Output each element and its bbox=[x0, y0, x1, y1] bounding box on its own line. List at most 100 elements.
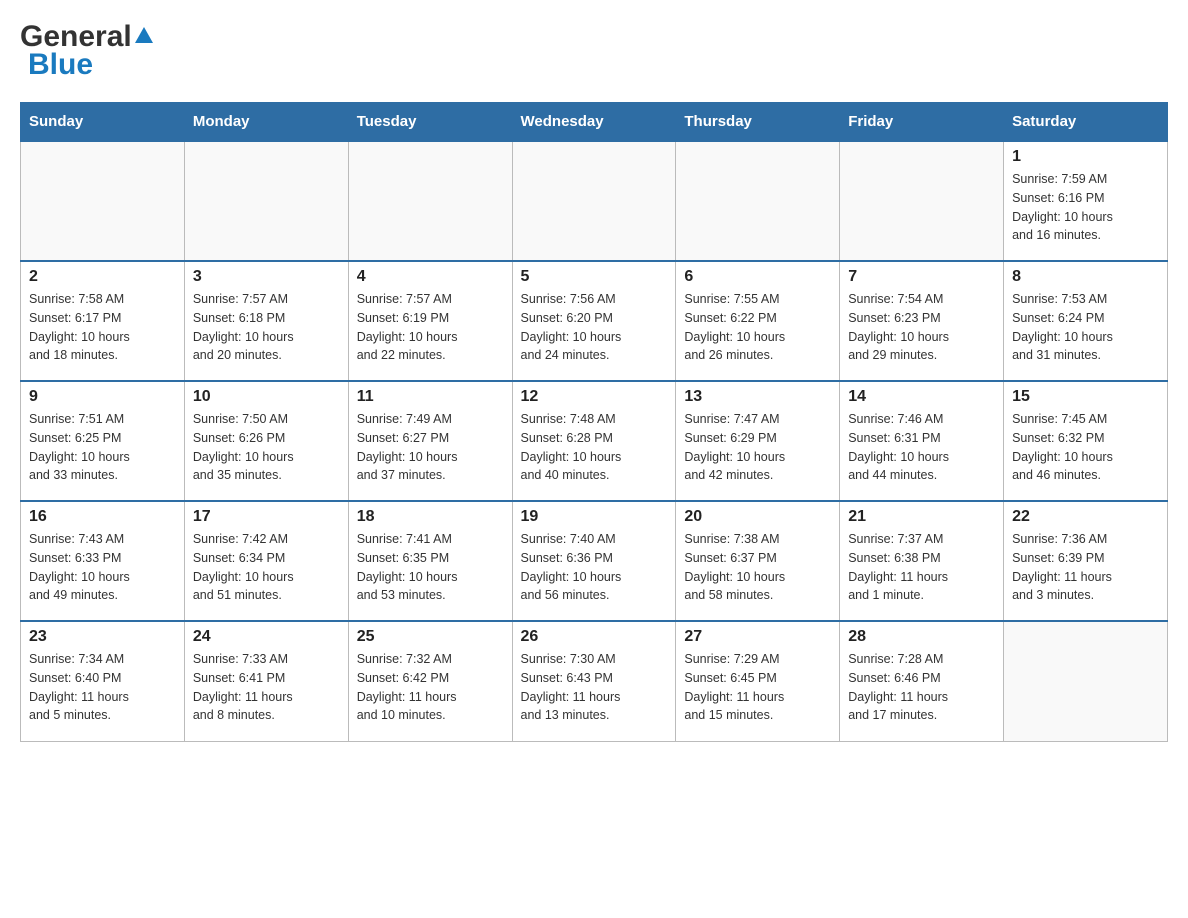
day-number: 13 bbox=[684, 388, 831, 406]
calendar-cell: 22 Sunrise: 7:36 AMSunset: 6:39 PMDayligh… bbox=[1004, 501, 1168, 621]
day-number: 6 bbox=[684, 268, 831, 286]
day-number: 1 bbox=[1012, 148, 1159, 166]
calendar-cell: 9Sunrise: 7:51 AMSunset: 6:25 PMDaylight… bbox=[21, 381, 185, 501]
day-info: Sunrise: 7:59 AMSunset: 6:16 PMDaylight:… bbox=[1012, 170, 1159, 245]
day-info: Sunrise: 7:54 AMSunset: 6:23 PMDaylight:… bbox=[848, 290, 995, 365]
calendar-cell: 7 Sunrise: 7:54 AMSunset: 6:23 PMDaylight… bbox=[840, 261, 1004, 381]
calendar-cell: 20 Sunrise: 7:38 AMSunset: 6:37 PMDayligh… bbox=[676, 501, 840, 621]
logo-triangle-icon bbox=[135, 27, 153, 43]
day-info: Sunrise: 7:30 AMSunset: 6:43 PMDaylight:… bbox=[521, 650, 668, 725]
day-number: 2 bbox=[29, 268, 176, 286]
calendar-cell: 15 Sunrise: 7:45 AMSunset: 6:32 PMDayligh… bbox=[1004, 381, 1168, 501]
weekday-header-row: SundayMondayTuesdayWednesdayThursdayFrid… bbox=[21, 103, 1168, 142]
calendar-cell: 16 Sunrise: 7:43 AMSunset: 6:33 PMDayligh… bbox=[21, 501, 185, 621]
day-number: 10 bbox=[193, 388, 340, 406]
day-info: Sunrise: 7:38 AMSunset: 6:37 PMDaylight:… bbox=[684, 530, 831, 605]
day-number: 12 bbox=[521, 388, 668, 406]
calendar-cell bbox=[21, 141, 185, 261]
week-row-4: 16 Sunrise: 7:43 AMSunset: 6:33 PMDayligh… bbox=[21, 501, 1168, 621]
day-info: Sunrise: 7:57 AMSunset: 6:19 PMDaylight:… bbox=[357, 290, 504, 365]
day-number: 24 bbox=[193, 628, 340, 646]
day-number: 8 bbox=[1012, 268, 1159, 286]
calendar-cell: 27 Sunrise: 7:29 AMSunset: 6:45 PMDayligh… bbox=[676, 621, 840, 741]
calendar-cell: 25 Sunrise: 7:32 AMSunset: 6:42 PMDayligh… bbox=[348, 621, 512, 741]
day-number: 28 bbox=[848, 628, 995, 646]
day-number: 20 bbox=[684, 508, 831, 526]
calendar-cell: 5 Sunrise: 7:56 AMSunset: 6:20 PMDaylight… bbox=[512, 261, 676, 381]
weekday-header-friday: Friday bbox=[840, 103, 1004, 142]
day-number: 7 bbox=[848, 268, 995, 286]
logo: General Blue bbox=[20, 20, 153, 82]
day-info: Sunrise: 7:46 AMSunset: 6:31 PMDaylight:… bbox=[848, 410, 995, 485]
calendar-cell: 1 Sunrise: 7:59 AMSunset: 6:16 PMDaylight… bbox=[1004, 141, 1168, 261]
day-info: Sunrise: 7:33 AMSunset: 6:41 PMDaylight:… bbox=[193, 650, 340, 725]
day-info: Sunrise: 7:36 AMSunset: 6:39 PMDaylight:… bbox=[1012, 530, 1159, 605]
day-number: 17 bbox=[193, 508, 340, 526]
day-info: Sunrise: 7:28 AMSunset: 6:46 PMDaylight:… bbox=[848, 650, 995, 725]
calendar-cell: 2 Sunrise: 7:58 AMSunset: 6:17 PMDaylight… bbox=[21, 261, 185, 381]
day-info: Sunrise: 7:42 AMSunset: 6:34 PMDaylight:… bbox=[193, 530, 340, 605]
calendar-cell bbox=[184, 141, 348, 261]
day-info: Sunrise: 7:45 AMSunset: 6:32 PMDaylight:… bbox=[1012, 410, 1159, 485]
day-info: Sunrise: 7:43 AMSunset: 6:33 PMDaylight:… bbox=[29, 530, 176, 605]
day-number: 11 bbox=[357, 388, 504, 406]
calendar-cell: 19 Sunrise: 7:40 AMSunset: 6:36 PMDayligh… bbox=[512, 501, 676, 621]
calendar-cell: 14Sunrise: 7:46 AMSunset: 6:31 PMDayligh… bbox=[840, 381, 1004, 501]
calendar-cell: 8 Sunrise: 7:53 AMSunset: 6:24 PMDaylight… bbox=[1004, 261, 1168, 381]
calendar-cell: 17 Sunrise: 7:42 AMSunset: 6:34 PMDayligh… bbox=[184, 501, 348, 621]
week-row-1: 1 Sunrise: 7:59 AMSunset: 6:16 PMDaylight… bbox=[21, 141, 1168, 261]
day-info: Sunrise: 7:40 AMSunset: 6:36 PMDaylight:… bbox=[521, 530, 668, 605]
logo-blue-text: Blue bbox=[20, 48, 93, 82]
calendar-cell: 23Sunrise: 7:34 AMSunset: 6:40 PMDayligh… bbox=[21, 621, 185, 741]
day-info: Sunrise: 7:58 AMSunset: 6:17 PMDaylight:… bbox=[29, 290, 176, 365]
day-number: 5 bbox=[521, 268, 668, 286]
page-header: General Blue bbox=[20, 20, 1168, 82]
day-number: 21 bbox=[848, 508, 995, 526]
weekday-header-sunday: Sunday bbox=[21, 103, 185, 142]
calendar-cell bbox=[676, 141, 840, 261]
calendar-cell: 3 Sunrise: 7:57 AMSunset: 6:18 PMDaylight… bbox=[184, 261, 348, 381]
calendar-cell: 6 Sunrise: 7:55 AMSunset: 6:22 PMDaylight… bbox=[676, 261, 840, 381]
calendar-cell: 28 Sunrise: 7:28 AMSunset: 6:46 PMDayligh… bbox=[840, 621, 1004, 741]
day-number: 22 bbox=[1012, 508, 1159, 526]
day-info: Sunrise: 7:57 AMSunset: 6:18 PMDaylight:… bbox=[193, 290, 340, 365]
day-number: 25 bbox=[357, 628, 504, 646]
weekday-header-thursday: Thursday bbox=[676, 103, 840, 142]
calendar-cell bbox=[1004, 621, 1168, 741]
day-info: Sunrise: 7:56 AMSunset: 6:20 PMDaylight:… bbox=[521, 290, 668, 365]
day-number: 16 bbox=[29, 508, 176, 526]
calendar-cell bbox=[512, 141, 676, 261]
day-number: 26 bbox=[521, 628, 668, 646]
calendar-cell: 11 Sunrise: 7:49 AMSunset: 6:27 PMDayligh… bbox=[348, 381, 512, 501]
week-row-5: 23Sunrise: 7:34 AMSunset: 6:40 PMDayligh… bbox=[21, 621, 1168, 741]
weekday-header-wednesday: Wednesday bbox=[512, 103, 676, 142]
day-info: Sunrise: 7:29 AMSunset: 6:45 PMDaylight:… bbox=[684, 650, 831, 725]
calendar-cell: 4 Sunrise: 7:57 AMSunset: 6:19 PMDaylight… bbox=[348, 261, 512, 381]
day-info: Sunrise: 7:41 AMSunset: 6:35 PMDaylight:… bbox=[357, 530, 504, 605]
week-row-3: 9Sunrise: 7:51 AMSunset: 6:25 PMDaylight… bbox=[21, 381, 1168, 501]
day-info: Sunrise: 7:32 AMSunset: 6:42 PMDaylight:… bbox=[357, 650, 504, 725]
day-info: Sunrise: 7:49 AMSunset: 6:27 PMDaylight:… bbox=[357, 410, 504, 485]
day-number: 3 bbox=[193, 268, 340, 286]
weekday-header-monday: Monday bbox=[184, 103, 348, 142]
day-info: Sunrise: 7:50 AMSunset: 6:26 PMDaylight:… bbox=[193, 410, 340, 485]
day-info: Sunrise: 7:51 AMSunset: 6:25 PMDaylight:… bbox=[29, 410, 176, 485]
calendar-cell: 12 Sunrise: 7:48 AMSunset: 6:28 PMDayligh… bbox=[512, 381, 676, 501]
weekday-header-tuesday: Tuesday bbox=[348, 103, 512, 142]
calendar-cell: 13 Sunrise: 7:47 AMSunset: 6:29 PMDayligh… bbox=[676, 381, 840, 501]
week-row-2: 2 Sunrise: 7:58 AMSunset: 6:17 PMDaylight… bbox=[21, 261, 1168, 381]
day-number: 19 bbox=[521, 508, 668, 526]
day-number: 27 bbox=[684, 628, 831, 646]
day-number: 4 bbox=[357, 268, 504, 286]
day-info: Sunrise: 7:53 AMSunset: 6:24 PMDaylight:… bbox=[1012, 290, 1159, 365]
day-number: 15 bbox=[1012, 388, 1159, 406]
day-info: Sunrise: 7:37 AMSunset: 6:38 PMDaylight:… bbox=[848, 530, 995, 605]
day-info: Sunrise: 7:48 AMSunset: 6:28 PMDaylight:… bbox=[521, 410, 668, 485]
calendar-cell: 10 Sunrise: 7:50 AMSunset: 6:26 PMDayligh… bbox=[184, 381, 348, 501]
day-info: Sunrise: 7:47 AMSunset: 6:29 PMDaylight:… bbox=[684, 410, 831, 485]
calendar-cell: 18Sunrise: 7:41 AMSunset: 6:35 PMDayligh… bbox=[348, 501, 512, 621]
day-info: Sunrise: 7:34 AMSunset: 6:40 PMDaylight:… bbox=[29, 650, 176, 725]
calendar-cell: 26 Sunrise: 7:30 AMSunset: 6:43 PMDayligh… bbox=[512, 621, 676, 741]
day-info: Sunrise: 7:55 AMSunset: 6:22 PMDaylight:… bbox=[684, 290, 831, 365]
calendar-table: SundayMondayTuesdayWednesdayThursdayFrid… bbox=[20, 102, 1168, 742]
